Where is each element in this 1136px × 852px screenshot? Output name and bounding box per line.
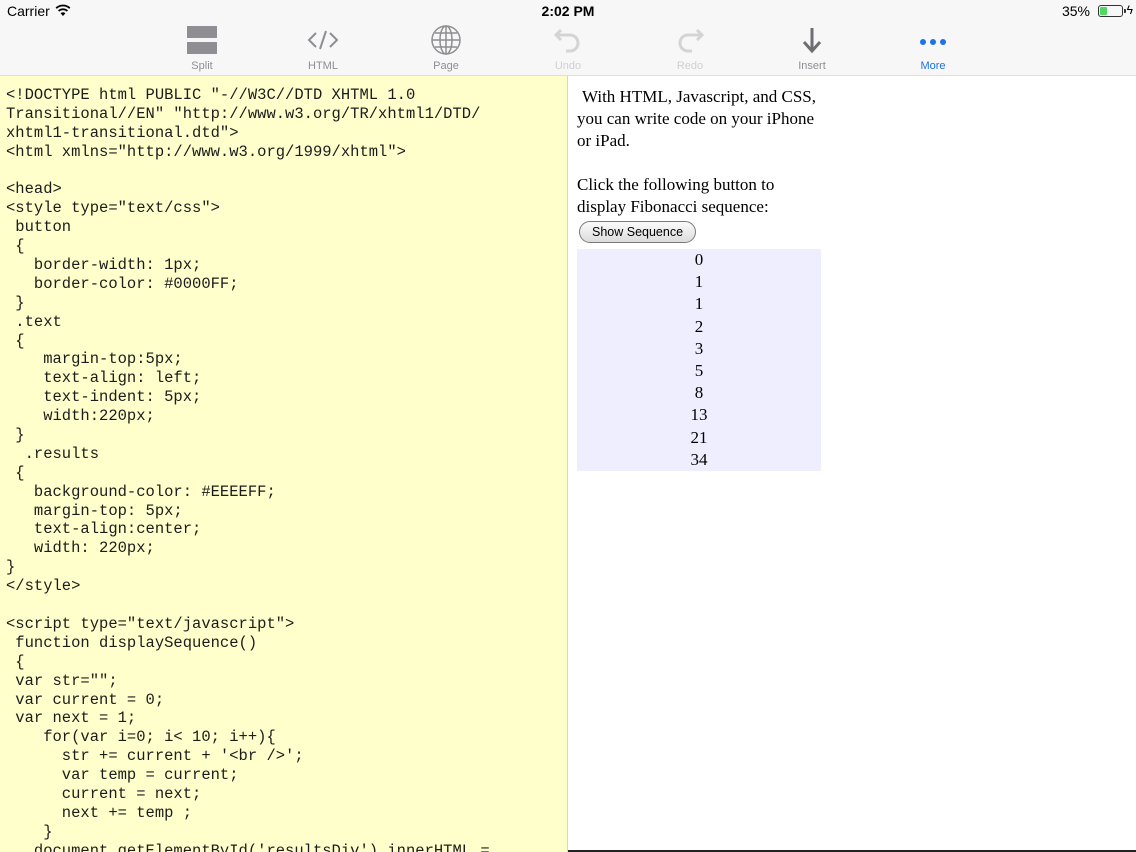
code-line: { <box>6 652 25 671</box>
result-row: 3 <box>694 338 704 358</box>
globe-icon <box>431 25 461 55</box>
code-line: function displaySequence() <box>6 633 258 652</box>
result-row: 8 <box>694 383 704 403</box>
code-line: <!DOCTYPE html PUBLIC "-//W3C//DTD XHTML… <box>6 86 416 104</box>
html-label: HTML <box>308 60 338 72</box>
battery-level-fill <box>1100 7 1108 15</box>
redo-icon <box>678 28 705 53</box>
insert-arrow-icon <box>802 28 822 54</box>
code-editor[interactable]: <!DOCTYPE html PUBLIC "-//W3C//DTD XHTML… <box>0 76 568 852</box>
code-line: margin-top: 5px; <box>6 501 183 520</box>
result-row: 21 <box>690 427 708 447</box>
code-line: { <box>6 463 25 482</box>
code-line: button <box>6 218 72 237</box>
code-line: .results <box>6 444 100 463</box>
result-row: 1 <box>694 294 704 314</box>
code-line: xhtml1-transitional.dtd"> <box>6 123 239 142</box>
redo-button[interactable]: Redo <box>650 22 730 76</box>
code-line: text-indent: 5px; <box>6 388 202 407</box>
result-row: 5 <box>694 360 704 380</box>
code-line: document.getElementById('resultsDiv').in… <box>6 841 490 852</box>
code-line: border-width: 1px; <box>6 256 202 275</box>
code-line: var current = 0; <box>6 690 165 709</box>
undo-label: Undo <box>554 60 582 72</box>
code-line: } <box>6 293 25 312</box>
preview-content: With HTML, Javascript, and CSS, you can … <box>577 86 827 471</box>
code-line: background-color: #EEEEFF; <box>6 482 276 501</box>
more-dots-icon <box>920 39 946 45</box>
code-line: <html xmlns="http://www.w3.org/1999/xhtm… <box>6 142 406 161</box>
result-row: 0 <box>694 250 704 269</box>
code-line: .text <box>6 312 62 331</box>
split-button[interactable]: Split <box>162 22 242 76</box>
code-line: { <box>6 331 25 350</box>
battery-percent-label: 35% <box>1061 3 1090 19</box>
code-line: margin-top:5px; <box>6 350 183 369</box>
insert-label: Insert <box>798 60 826 72</box>
editor-toolbar: Split HTML Page Undo Redo Insert More <box>0 22 1136 76</box>
code-line: } <box>6 822 53 841</box>
code-line: var str=""; <box>6 671 118 690</box>
charging-bolt-icon: ϟ <box>1126 3 1133 17</box>
status-bar: Carrier 2:02 PM 35% ϟ <box>0 0 1136 22</box>
page-label: Page <box>433 60 459 72</box>
undo-button[interactable]: Undo <box>528 22 608 76</box>
result-row: 13 <box>690 405 708 425</box>
code-line: <script type="text/javascript"> <box>6 614 295 633</box>
code-line: <style type="text/css"> <box>6 199 220 218</box>
intro-paragraph: With HTML, Javascript, and CSS, you can … <box>577 87 816 150</box>
code-line: width: 220px; <box>6 539 155 558</box>
result-row: 2 <box>694 316 704 336</box>
page-preview: With HTML, Javascript, and CSS, you can … <box>568 76 1136 852</box>
redo-label: Redo <box>676 60 704 72</box>
code-line: } <box>6 558 16 577</box>
code-line: text-align: left; <box>6 369 202 388</box>
code-line: } <box>6 426 25 445</box>
code-icon <box>307 30 339 50</box>
insert-button[interactable]: Insert <box>772 22 852 76</box>
clock-label: 2:02 PM <box>541 3 595 19</box>
more-label: More <box>920 60 946 72</box>
code-lines: <!DOCTYPE html PUBLIC "-//W3C//DTD XHTML… <box>0 86 490 852</box>
code-line: { <box>6 237 25 256</box>
undo-icon <box>553 28 580 53</box>
result-row: 1 <box>694 272 704 292</box>
code-line: border-color: #0000FF; <box>6 274 239 293</box>
page-button[interactable]: Page <box>406 22 486 76</box>
results-box: 0 1 1 2 3 5 8 13 21 34 <box>577 249 821 471</box>
code-line: current = next; <box>6 784 202 803</box>
code-line: <head> <box>6 180 62 199</box>
result-row: 34 <box>690 449 708 469</box>
split-icon <box>187 26 217 54</box>
code-line: width:220px; <box>6 407 155 426</box>
code-line: for(var i=0; i< 10; i++){ <box>6 728 276 747</box>
html-button[interactable]: HTML <box>283 22 363 76</box>
code-line: var temp = current; <box>6 766 239 785</box>
more-button[interactable]: More <box>893 22 973 76</box>
code-line: var next = 1; <box>6 709 137 728</box>
show-sequence-button[interactable]: Show Sequence <box>579 221 697 243</box>
code-line: next += temp ; <box>6 803 193 822</box>
code-line: </style> <box>6 577 81 596</box>
split-label: Split <box>191 60 213 72</box>
code-line: str += current + '<br />'; <box>6 747 304 766</box>
code-line: Transitional//EN" "http://www.w3.org/TR/… <box>6 104 481 123</box>
instruction-paragraph: Click the following button to display Fi… <box>577 175 775 216</box>
battery-icon <box>1098 5 1126 17</box>
code-line: text-align:center; <box>6 520 202 539</box>
